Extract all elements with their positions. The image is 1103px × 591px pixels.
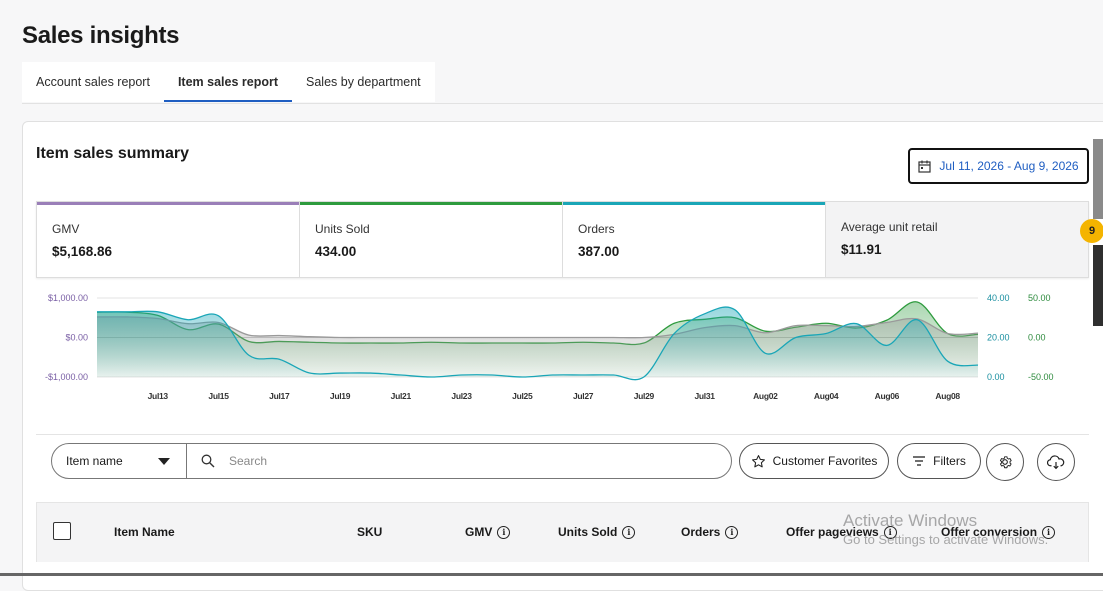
tab-sales-by-department[interactable]: Sales by department xyxy=(292,62,435,102)
search-box xyxy=(186,443,732,479)
caret-down-icon xyxy=(158,458,170,465)
x-tick: Aug06 xyxy=(875,391,900,401)
column-item-name[interactable]: Item Name xyxy=(114,525,175,539)
x-tick: Aug02 xyxy=(753,391,778,401)
metric-gmv[interactable]: GMV $5,168.86 xyxy=(37,202,300,277)
y-left-tick: -$1,000.00 xyxy=(45,372,88,382)
column-sku[interactable]: SKU xyxy=(357,525,382,539)
x-tick: Jul27 xyxy=(573,391,594,401)
report-tabs: Account sales report Item sales report S… xyxy=(22,62,435,102)
x-tick: Jul17 xyxy=(269,391,290,401)
metric-accent-bar xyxy=(563,202,825,205)
metric-label: Orders xyxy=(578,222,615,236)
customer-favorites-button[interactable]: Customer Favorites xyxy=(739,443,889,479)
metric-average-unit-retail[interactable]: Average unit retail $11.91 xyxy=(826,202,1088,277)
y-right-tick: 50.00 xyxy=(1028,293,1051,303)
search-input[interactable] xyxy=(227,453,691,469)
y-right-tick: -50.00 xyxy=(1028,372,1054,382)
download-button[interactable] xyxy=(1037,443,1075,481)
item-name-select[interactable]: Item name xyxy=(51,443,187,479)
metric-tiles: GMV $5,168.86 Units Sold 434.00 Orders 3… xyxy=(36,201,1089,278)
column-orders[interactable]: Orders i xyxy=(681,525,739,539)
page-title: Sales insights xyxy=(22,22,180,49)
y-right-tick: 40.00 xyxy=(987,293,1010,303)
chart-x-ticks: Jul13 Jul15 Jul17 Jul19 Jul21 Jul23 Jul25 Jul27… xyxy=(148,391,961,401)
calendar-icon xyxy=(918,160,931,173)
x-tick: Jul31 xyxy=(694,391,715,401)
metric-value: 434.00 xyxy=(315,244,357,259)
date-range-label: Jul 11, 2026 - Aug 9, 2026 xyxy=(939,159,1079,173)
tab-account-sales-report[interactable]: Account sales report xyxy=(22,62,164,102)
y-left-tick: $1,000.00 xyxy=(48,293,88,303)
tabs-divider xyxy=(22,103,1103,104)
x-tick: Jul15 xyxy=(208,391,229,401)
metric-label: GMV xyxy=(52,222,80,236)
metric-orders[interactable]: Orders 387.00 xyxy=(563,202,826,277)
tab-item-sales-report[interactable]: Item sales report xyxy=(163,62,293,102)
metric-accent-bar xyxy=(37,202,299,205)
cloud-download-icon xyxy=(1047,455,1065,470)
metric-label: Units Sold xyxy=(315,222,370,236)
metric-value: 387.00 xyxy=(578,244,620,259)
filters-button[interactable]: Filters xyxy=(897,443,981,479)
x-tick: Jul21 xyxy=(391,391,412,401)
column-units-sold[interactable]: Units Sold i xyxy=(558,525,636,539)
column-gmv[interactable]: GMV i xyxy=(465,525,511,539)
y-right-tick: 20.00 xyxy=(987,333,1010,343)
info-icon[interactable]: i xyxy=(497,525,511,539)
summary-title: Item sales summary xyxy=(36,145,189,162)
x-tick: Jul19 xyxy=(330,391,351,401)
filters-label: Filters xyxy=(933,454,966,468)
activate-windows-watermark: Activate Windows Go to Settings to activ… xyxy=(843,511,1048,547)
metric-label: Average unit retail xyxy=(841,220,938,234)
metric-accent-bar xyxy=(300,202,562,205)
info-icon[interactable]: i xyxy=(725,525,739,539)
search-icon xyxy=(201,454,215,468)
y-right-tick: 0.00 xyxy=(987,372,1005,382)
item-select-value: Item name xyxy=(66,454,123,468)
chart-areas xyxy=(96,301,979,381)
watermark-title: Activate Windows xyxy=(843,511,978,530)
info-icon[interactable]: i xyxy=(622,525,636,539)
gear-icon xyxy=(999,456,1012,469)
metric-value: $5,168.86 xyxy=(52,244,113,259)
metric-units-sold[interactable]: Units Sold 434.00 xyxy=(300,202,563,277)
settings-button[interactable] xyxy=(986,443,1024,481)
y-left-tick: $0.00 xyxy=(65,333,88,343)
side-panel-tab-bottom[interactable] xyxy=(1093,245,1103,326)
date-range-button[interactable]: Jul 11, 2026 - Aug 9, 2026 xyxy=(908,148,1089,184)
notification-badge[interactable]: 9 xyxy=(1080,219,1103,243)
section-divider xyxy=(36,434,1089,435)
x-tick: Aug08 xyxy=(935,391,960,401)
y-right-tick: 0.00 xyxy=(1028,333,1046,343)
x-tick: Aug04 xyxy=(814,391,839,401)
x-tick: Jul13 xyxy=(148,391,169,401)
customer-favorites-label: Customer Favorites xyxy=(772,454,878,468)
side-panel-tab-top[interactable] xyxy=(1093,139,1103,219)
watermark-subtitle: Go to Settings to activate Windows. xyxy=(843,532,1049,547)
x-tick: Jul29 xyxy=(634,391,655,401)
filter-lines-icon xyxy=(913,456,926,466)
sales-trend-chart: $1,000.00 $0.00 -$1,000.00 40.00 20.00 0.00 50… xyxy=(45,293,1054,401)
x-tick: Jul23 xyxy=(451,391,472,401)
star-icon xyxy=(751,454,765,467)
metric-value: $11.91 xyxy=(841,242,882,257)
select-all-checkbox[interactable] xyxy=(53,522,71,540)
x-tick: Jul25 xyxy=(512,391,533,401)
